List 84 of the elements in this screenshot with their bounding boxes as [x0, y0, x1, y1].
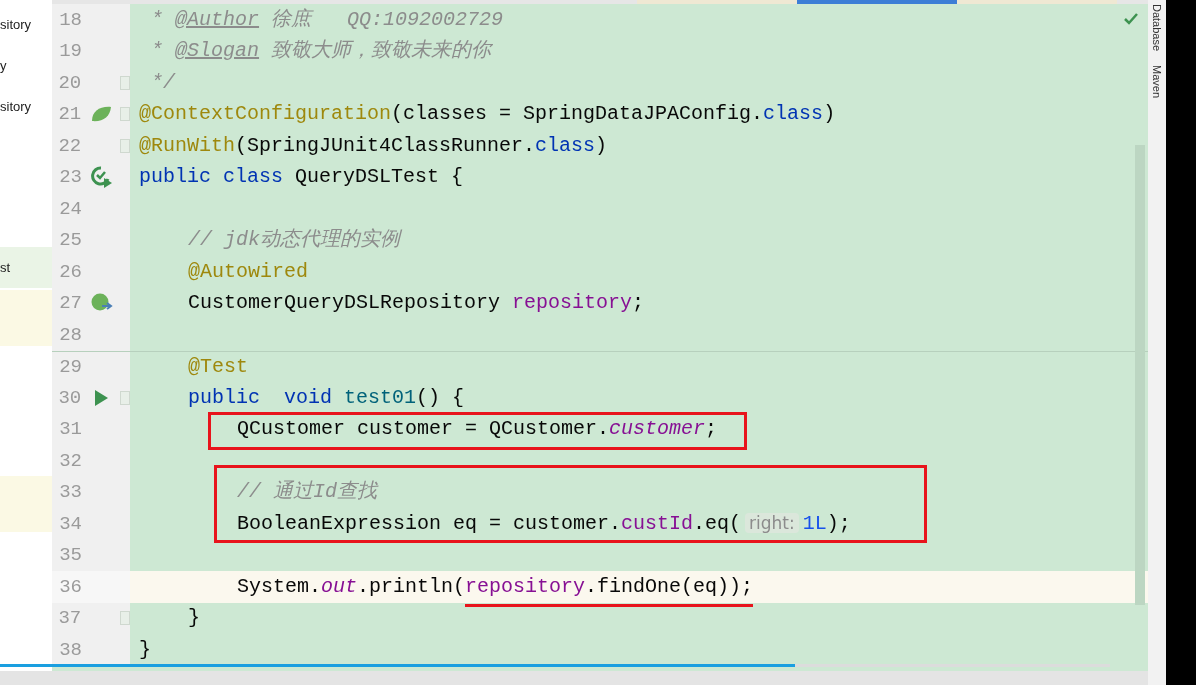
code-token: QueryDSLTest { [294, 165, 464, 189]
line-number: 21 [57, 102, 82, 127]
code-token: } [188, 606, 200, 630]
line-number: 20 [57, 70, 82, 96]
check-icon [1124, 13, 1138, 25]
fold-marker[interactable] [120, 107, 130, 122]
tool-window-button[interactable]: Maven [1148, 65, 1166, 99]
code-token: ); [826, 512, 851, 536]
fold-marker[interactable] [120, 611, 130, 626]
run-icon[interactable] [93, 389, 108, 406]
line-number: 28 [58, 322, 82, 348]
line-number: 24 [58, 196, 82, 222]
editor-tab[interactable] [797, 0, 957, 4]
tool-window-button[interactable]: Database [1148, 4, 1166, 52]
line-number: 37 [57, 606, 82, 631]
code-token: (SpringJUnit4ClassRunner. [235, 133, 536, 157]
line-number: 36 [58, 574, 82, 600]
parameter-hint: right: [745, 513, 799, 534]
project-tree-item[interactable]: sitory [0, 96, 32, 117]
code-token: System. [237, 574, 321, 598]
code-token: BooleanExpression eq = customer. [237, 512, 622, 536]
project-tree-item[interactable]: sitory [0, 14, 32, 35]
line-number: 18 [58, 7, 82, 33]
code-token: @Author [175, 7, 260, 31]
line-number: 29 [58, 354, 82, 380]
code-token: test01 [343, 385, 417, 409]
line-number: 34 [58, 511, 82, 537]
scrollbar[interactable] [1135, 145, 1145, 605]
line-number: 27 [58, 291, 82, 316]
code-token: */ [150, 70, 175, 94]
fold-marker[interactable] [120, 75, 130, 90]
fold-marker[interactable] [120, 390, 130, 405]
line-number: 23 [58, 165, 82, 190]
code-token: @Slogan [175, 39, 260, 63]
code-token: (classes = SpringDataJPAConfig. [391, 102, 764, 126]
code-token: ) [595, 133, 608, 157]
code-token: repository [512, 291, 633, 315]
code-token: @Autowired [188, 259, 309, 283]
line-number: 33 [58, 480, 82, 505]
code-token: () { [416, 385, 465, 409]
code-token: QCustomer customer = QCustomer. [237, 417, 610, 441]
code-token: ) [823, 102, 836, 126]
code-token: custId [621, 512, 694, 536]
fold-marker[interactable] [120, 138, 130, 153]
line-number: 25 [58, 228, 82, 253]
code-token: .findOne(eq)); [585, 574, 754, 607]
project-tree-item[interactable]: st [0, 257, 11, 278]
code-token: 致敬大师，致敬未来的你 [270, 39, 492, 63]
code-token: ; [632, 291, 645, 315]
code-token: * [150, 7, 164, 31]
code-token: @Test [188, 354, 248, 378]
project-tree-item[interactable]: y [0, 55, 7, 76]
code-token: // 通过Id查找 [237, 480, 377, 504]
editor-tab[interactable] [957, 0, 1117, 4]
code-token: ; [705, 417, 718, 441]
leaf-icon[interactable] [89, 105, 112, 124]
run-icon[interactable] [91, 166, 113, 189]
line-number: 32 [58, 448, 82, 474]
code-token: public class [139, 165, 284, 189]
code-token: CustomerQueryDSLRepository [188, 291, 502, 315]
code-token: class [763, 102, 824, 126]
line-number: 30 [57, 385, 82, 411]
code-token: } [139, 637, 151, 661]
line-number: 22 [57, 133, 82, 159]
line-number: 26 [58, 259, 82, 285]
code-token: * [150, 39, 164, 63]
code-token: public void [188, 385, 333, 409]
editor-tab[interactable] [637, 0, 797, 4]
code-token: out [321, 574, 358, 598]
code-token: 1L [802, 512, 827, 536]
code-token: repository [465, 574, 586, 607]
code-token: // jdk动态代理的实例 [188, 228, 400, 252]
code-token: class [535, 133, 596, 157]
line-number: 31 [58, 417, 82, 442]
line-number: 38 [58, 637, 82, 663]
code-token: customer [609, 417, 706, 441]
progress-track[interactable] [0, 664, 1110, 667]
code-token: @ContextConfiguration [139, 102, 392, 126]
code-token: @RunWith [139, 133, 235, 157]
code-token: 徐庶 QQ:1092002729 [270, 7, 504, 31]
code-token: .eq( [693, 512, 742, 536]
code-token: .println( [357, 574, 466, 598]
line-number: 19 [58, 39, 82, 64]
line-number: 35 [58, 543, 82, 568]
